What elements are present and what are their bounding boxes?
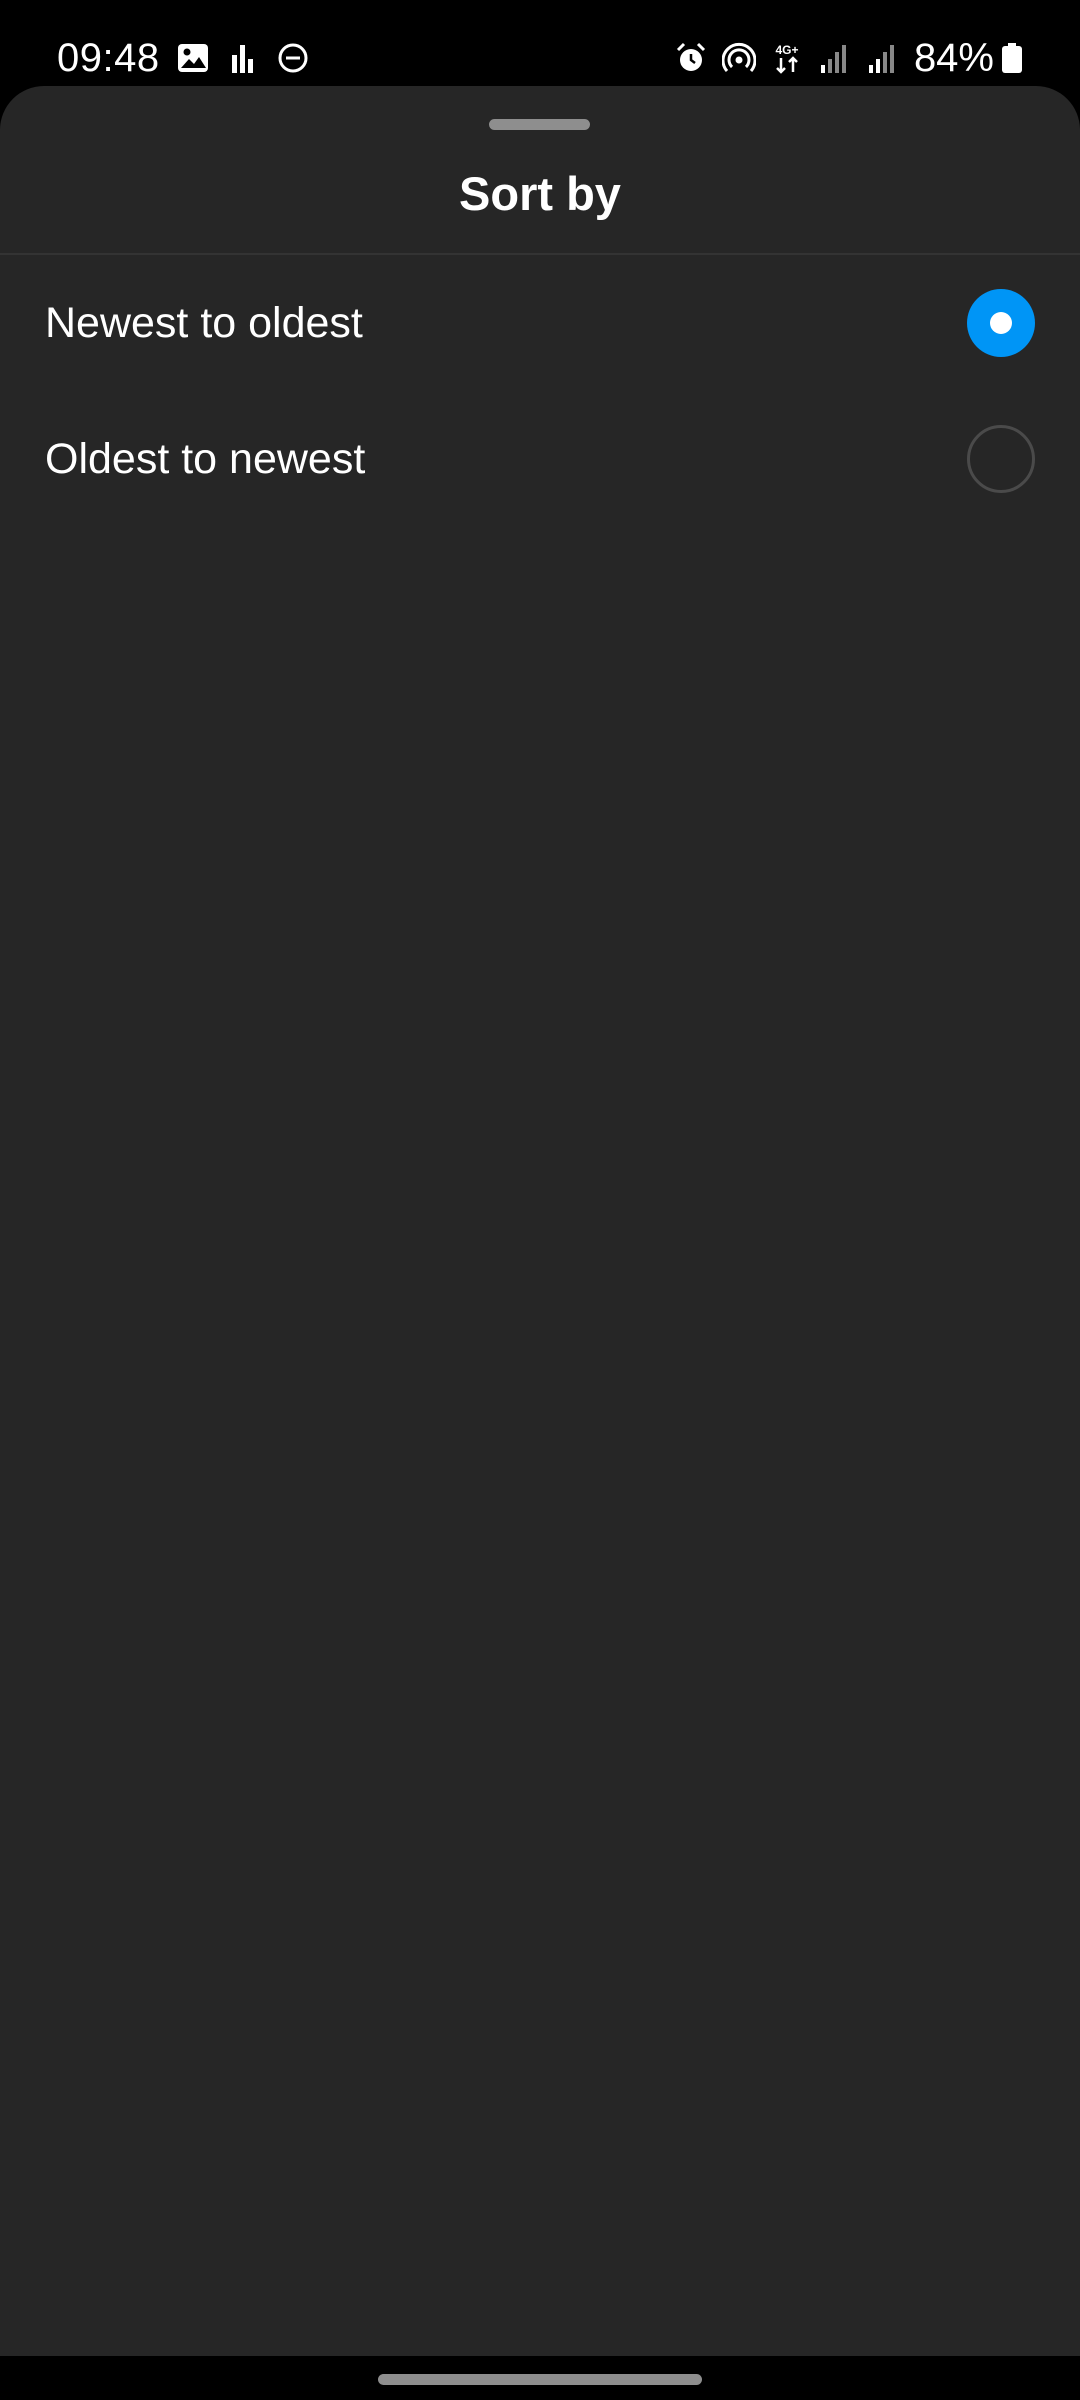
home-indicator[interactable] xyxy=(378,2374,702,2385)
battery-icon xyxy=(1000,41,1024,75)
status-time: 09:48 xyxy=(57,35,160,80)
sheet-title: Sort by xyxy=(459,167,621,220)
option-label: Oldest to newest xyxy=(45,434,366,483)
mobile-data-icon: 4G+ xyxy=(770,41,804,75)
svg-text:4G+: 4G+ xyxy=(775,43,798,57)
battery-percent: 84% xyxy=(913,35,994,80)
drag-handle[interactable] xyxy=(489,119,590,130)
navigation-bar xyxy=(0,2356,1080,2400)
sort-option-oldest-to-newest[interactable]: Oldest to newest xyxy=(0,391,1080,527)
status-bar: 09:48 4G+ 84% xyxy=(0,0,1080,86)
radio-selected[interactable] xyxy=(967,289,1035,357)
sort-bottom-sheet: Sort by Newest to oldest Oldest to newes… xyxy=(0,86,1080,2356)
signal-icon xyxy=(818,41,852,75)
sort-option-newest-to-oldest[interactable]: Newest to oldest xyxy=(0,255,1080,391)
radio-unselected[interactable] xyxy=(967,425,1035,493)
alarm-icon xyxy=(674,41,708,75)
option-label: Newest to oldest xyxy=(45,298,363,347)
hotspot-icon xyxy=(721,41,757,75)
image-icon xyxy=(176,41,210,75)
signal-icon xyxy=(866,41,900,75)
bar-chart-icon xyxy=(226,41,260,75)
do-not-disturb-icon xyxy=(276,41,310,75)
